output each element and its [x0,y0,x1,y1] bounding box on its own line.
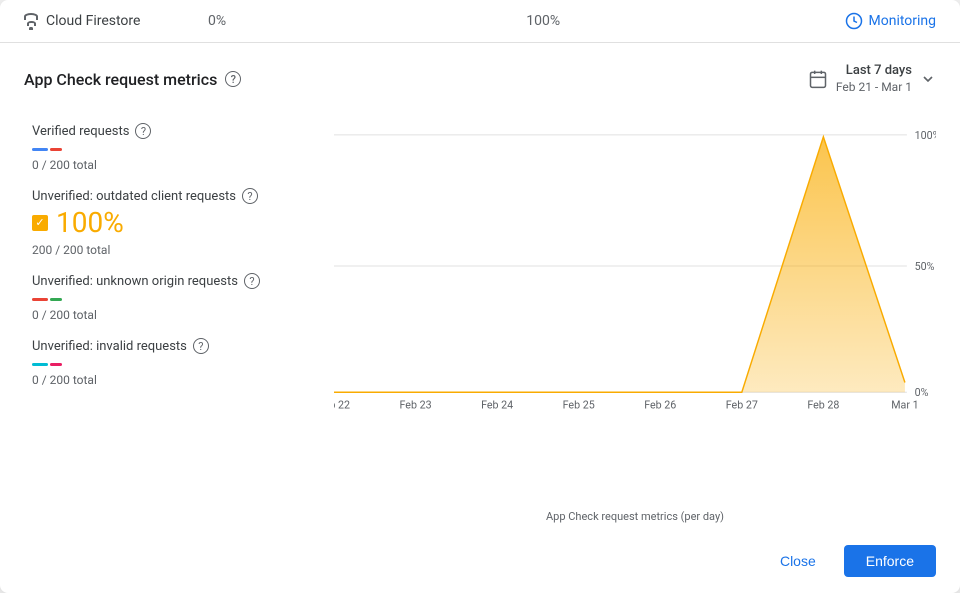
metrics-help-icon[interactable]: ? [225,71,241,87]
svg-text:Feb 28: Feb 28 [807,399,839,412]
monitoring-link[interactable]: Monitoring [845,12,937,30]
chart-svg: 100% 50% 0% [334,111,936,421]
enforce-button[interactable]: Enforce [844,545,936,577]
pct-0: 0% [208,13,502,29]
metric-invalid-label: Unverified: invalid requests ? [32,338,334,354]
calendar-icon [808,69,828,89]
outdated-help-icon[interactable]: ? [242,188,258,204]
checkbox-orange [32,215,48,231]
close-button[interactable]: Close [764,545,832,577]
metric-unverified-outdated: Unverified: outdated client requests ? 1… [24,180,334,265]
verified-line-red [50,148,62,151]
date-range-label: Last 7 days [846,63,912,80]
chart-fill-orange [334,137,905,392]
unknown-line-red [32,298,48,301]
date-range-selector[interactable]: Last 7 days Feb 21 - Mar 1 [808,63,936,95]
bottom-bar: Close Enforce [0,533,960,593]
metrics-panel: Verified requests ? 0 / 200 total Unveri… [24,111,334,525]
verified-help-icon[interactable]: ? [135,123,151,139]
svg-text:Feb 27: Feb 27 [726,399,758,412]
chevron-down-icon [920,71,936,87]
metrics-header: App Check request metrics ? Last 7 days … [24,63,936,95]
metric-big-outdated: 100% [32,206,334,239]
svg-text:Feb 23: Feb 23 [400,399,432,412]
invalid-count: 0 / 200 total [32,373,334,387]
svg-text:Feb 25: Feb 25 [563,399,595,412]
invalid-help-icon[interactable]: ? [193,338,209,354]
chart-x-label: App Check request metrics (per day) [334,506,936,525]
metric-outdated-label: Unverified: outdated client requests ? [32,188,334,204]
clock-icon [845,12,863,30]
firestore-icon [24,13,38,30]
chart-panel: 100% 50% 0% [334,111,936,525]
outdated-count: 200 / 200 total [32,243,334,257]
svg-text:50%: 50% [915,260,935,273]
unknown-count: 0 / 200 total [32,308,334,322]
metric-unverified-invalid: Unverified: invalid requests ? 0 / 200 t… [24,330,334,395]
main-content: App Check request metrics ? Last 7 days … [0,43,960,533]
chart-svg-container: 100% 50% 0% [334,111,936,506]
dialog: Cloud Firestore 0% 100% Monitoring App C… [0,0,960,593]
svg-text:Feb 22: Feb 22 [334,399,350,412]
chart-area: Verified requests ? 0 / 200 total Unveri… [24,111,936,525]
metrics-title-container: App Check request metrics ? [24,70,241,89]
invalid-line-cyan [32,363,48,366]
unknown-help-icon[interactable]: ? [244,273,260,289]
metrics-title: App Check request metrics [24,70,217,89]
monitoring-label: Monitoring [869,13,937,29]
svg-text:100%: 100% [915,129,936,142]
date-range-sub: Feb 21 - Mar 1 [836,80,912,96]
metric-verified-label: Verified requests ? [32,123,334,139]
service-label: Cloud Firestore [24,13,184,30]
metric-verified: Verified requests ? 0 / 200 total [24,115,334,180]
metric-unverified-unknown: Unverified: unknown origin requests ? 0 … [24,265,334,330]
date-range-text: Last 7 days Feb 21 - Mar 1 [836,63,912,95]
unknown-line-green [50,298,62,301]
verified-count: 0 / 200 total [32,158,334,172]
svg-text:Feb 26: Feb 26 [644,399,676,412]
svg-text:Mar 1: Mar 1 [891,399,918,412]
invalid-line-pink [50,363,62,366]
pct-100: 100% [526,13,820,29]
verified-line-blue [32,148,48,151]
service-name: Cloud Firestore [46,13,140,29]
metric-unknown-label: Unverified: unknown origin requests ? [32,273,334,289]
top-bar: Cloud Firestore 0% 100% Monitoring [0,0,960,43]
outdated-big-value: 100% [56,206,124,239]
svg-text:Feb 24: Feb 24 [481,399,513,412]
svg-text:0%: 0% [915,387,929,400]
